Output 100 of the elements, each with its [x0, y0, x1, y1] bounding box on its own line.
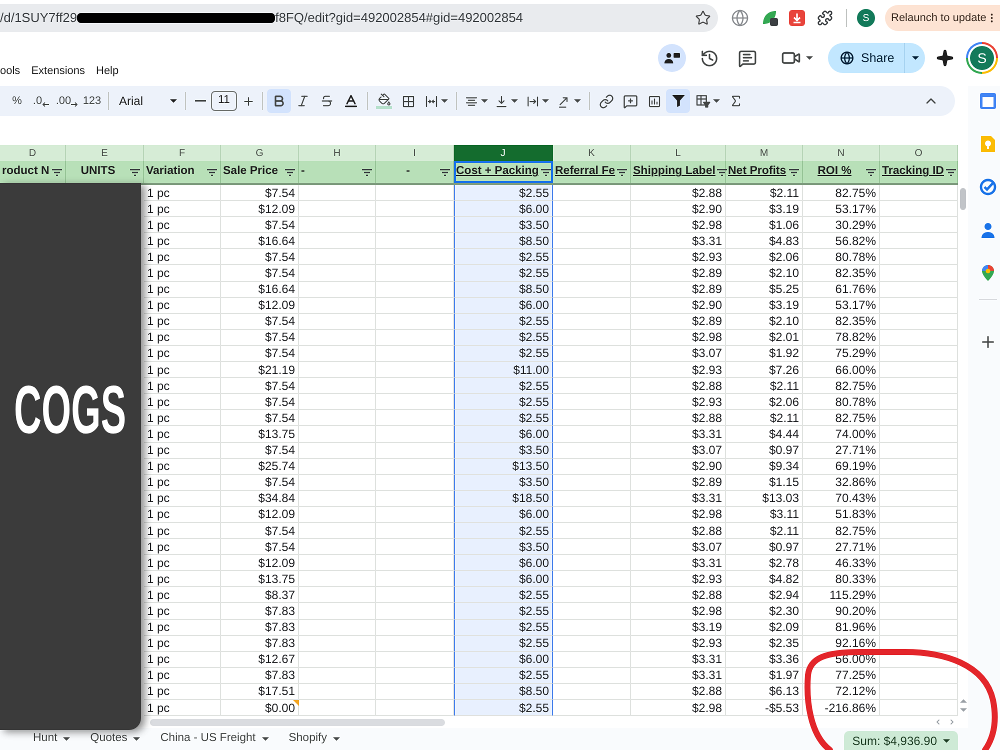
- filter-icon[interactable]: [789, 168, 799, 176]
- table-cell: $2.93: [631, 362, 726, 378]
- scrollbar-thumb[interactable]: [150, 718, 445, 726]
- calendar-icon[interactable]: [979, 92, 997, 110]
- table-cell: 1 pc: [144, 668, 221, 684]
- font-size-field[interactable]: 11: [211, 91, 237, 111]
- table-cell: $2.55: [454, 185, 553, 202]
- star-icon[interactable]: [695, 10, 711, 26]
- profile-avatar[interactable]: S: [857, 9, 875, 27]
- table-cell: $2.55: [454, 700, 553, 716]
- globe-icon[interactable]: [731, 9, 749, 27]
- table-cell: $2.93: [631, 636, 726, 652]
- filter-icon[interactable]: [440, 168, 450, 176]
- table-cell: $7.54: [221, 217, 299, 234]
- download-icon[interactable]: [789, 10, 805, 26]
- filter-icon[interactable]: [52, 168, 62, 176]
- link-icon: [598, 94, 614, 108]
- scrollbar-thumb[interactable]: [960, 188, 966, 210]
- table-cell: $2.35: [726, 636, 803, 652]
- table-cell: 61.76%: [803, 282, 880, 298]
- table-cell: $2.90: [631, 298, 726, 314]
- bold-button[interactable]: [267, 89, 291, 113]
- globe-icon: [840, 51, 854, 65]
- table-cell: $3.31: [631, 652, 726, 668]
- puzzle-icon[interactable]: [817, 10, 833, 26]
- table-cell: $2.11: [726, 522, 803, 540]
- filter-icon[interactable]: [130, 168, 140, 176]
- filter-icon[interactable]: [207, 168, 217, 176]
- filter-icon[interactable]: [617, 168, 628, 176]
- column-letter[interactable]: J: [454, 145, 553, 161]
- present-button[interactable]: [658, 44, 686, 72]
- table-cell: 1 pc: [144, 265, 221, 282]
- map-pin-icon[interactable]: [979, 264, 997, 282]
- column-letter[interactable]: D: [0, 145, 66, 161]
- table-cell: 1 pc: [144, 587, 221, 604]
- chevron-right-icon[interactable]: [948, 718, 956, 726]
- overlay-label: COGS: [14, 376, 127, 444]
- decrease-decimals-button[interactable]: .0: [28, 89, 54, 113]
- table-cell: $7.54: [221, 442, 299, 459]
- history-icon: [700, 48, 718, 68]
- percent-format-button[interactable]: %: [6, 89, 28, 113]
- fill-color-icon: [376, 93, 392, 109]
- column-letter[interactable]: F: [144, 145, 221, 161]
- filter-icon[interactable]: [285, 168, 295, 176]
- column-header: Referral Fe: [555, 164, 616, 180]
- table-cell: $1.97: [726, 668, 803, 684]
- relaunch-button[interactable]: Relaunch to update: [885, 5, 1000, 31]
- plus-icon[interactable]: [979, 333, 997, 351]
- number-format-button[interactable]: 123: [80, 89, 104, 113]
- table-cell: 82.75%: [803, 378, 880, 394]
- table-cell: $2.30: [726, 603, 803, 620]
- column-letter[interactable]: I: [376, 145, 454, 161]
- table-cell: 1 pc: [144, 458, 221, 475]
- table-cell: $2.94: [726, 587, 803, 604]
- column-letter[interactable]: M: [726, 145, 803, 161]
- increase-decimals-button[interactable]: .00: [54, 89, 80, 113]
- menu-item[interactable]: Help: [96, 63, 119, 80]
- column-letter[interactable]: K: [553, 145, 631, 161]
- table-cell: 53.17%: [803, 201, 880, 218]
- person-icon[interactable]: [979, 221, 997, 239]
- filter-icon[interactable]: [717, 168, 728, 176]
- font-select[interactable]: Arial: [113, 89, 181, 113]
- table-cell: 90.20%: [803, 603, 880, 620]
- sum-button[interactable]: Sum: $4,936.90: [844, 731, 958, 750]
- column-letter[interactable]: N: [803, 145, 880, 161]
- table-cell: $18.50: [454, 490, 553, 507]
- table-cell: 1 pc: [144, 442, 221, 459]
- column-letter[interactable]: L: [631, 145, 726, 161]
- sheet-tab[interactable]: Shopify: [278, 728, 350, 750]
- address-bar[interactable]: /d/1SUY7ff29 f8FQ/edit?gid=492002854#gid=492002854: [0, 4, 718, 32]
- column-letter[interactable]: H: [299, 145, 376, 161]
- menu-item[interactable]: Extensions: [31, 63, 85, 80]
- account-avatar[interactable]: S: [966, 42, 998, 74]
- table-cell: 32.86%: [803, 474, 880, 491]
- filter-icon[interactable]: [866, 168, 876, 176]
- filter-icon[interactable]: [540, 168, 551, 176]
- column-letter[interactable]: G: [221, 145, 299, 161]
- table-cell: $2.55: [454, 265, 553, 282]
- table-cell: 81.96%: [803, 620, 880, 636]
- table-cell: $3.31: [631, 555, 726, 572]
- column-header: -: [301, 164, 306, 180]
- table-cell: $3.11: [726, 506, 803, 523]
- table-cell: $2.11: [726, 410, 803, 426]
- table-cell: $2.55: [454, 314, 553, 330]
- filter-button[interactable]: [666, 89, 690, 113]
- leaf-icon[interactable]: [761, 9, 779, 27]
- chevron-left-icon[interactable]: [934, 718, 942, 726]
- column-letter[interactable]: E: [66, 145, 144, 161]
- table-cell: $17.51: [221, 684, 299, 700]
- column-letter[interactable]: O: [880, 145, 958, 161]
- filter-icon[interactable]: [946, 168, 956, 176]
- menu-item[interactable]: ools: [0, 63, 20, 80]
- table-cell: 1 pc: [144, 314, 221, 330]
- share-button[interactable]: Share: [828, 43, 904, 73]
- table-cell: 1 pc: [144, 555, 221, 572]
- check-circle-icon[interactable]: [979, 178, 997, 196]
- filter-icon[interactable]: [362, 168, 372, 176]
- sheet-tab[interactable]: China - US Freight: [150, 728, 279, 750]
- share-options-button[interactable]: [905, 43, 925, 73]
- text-color-icon: [343, 93, 359, 109]
